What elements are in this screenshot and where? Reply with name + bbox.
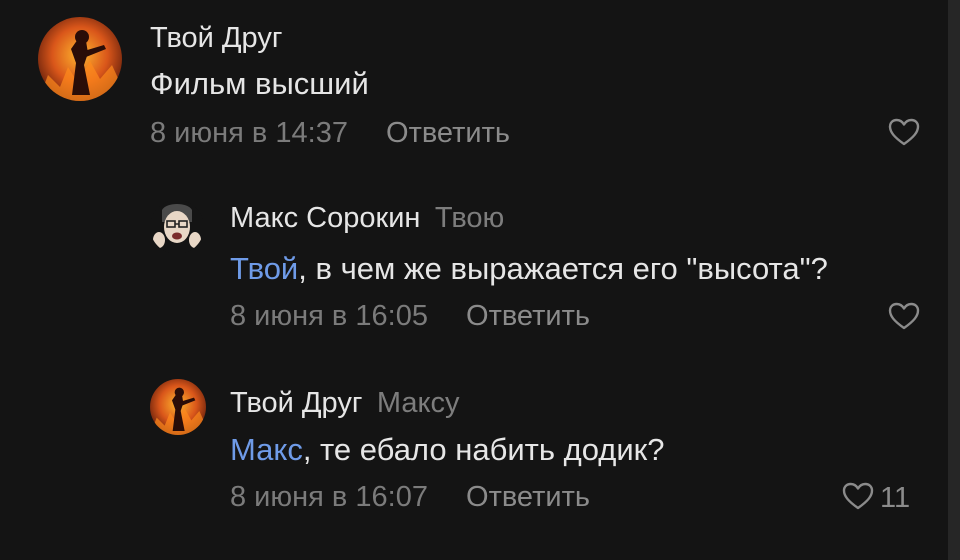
comment-body: Фильм высший — [150, 66, 369, 101]
comment-date: 8 июня в 16:05 — [230, 300, 428, 332]
comment-meta: 8 июня в 14:37 Ответить — [150, 117, 510, 150]
heart-outline-icon — [842, 482, 874, 515]
avatar-tvoy-drug[interactable] — [38, 17, 122, 101]
comment-meta: 8 июня в 16:05 Ответить — [230, 300, 590, 333]
heart-outline-icon — [888, 302, 920, 335]
comment-body: , те ебало набить додик? — [302, 432, 665, 467]
reply-button[interactable]: Ответить — [386, 117, 510, 149]
like-button[interactable]: 11 — [842, 482, 910, 515]
comment-text: Твой, в чем же выражается его "высота"? — [230, 251, 828, 287]
like-button[interactable] — [888, 302, 920, 335]
mention-link[interactable]: Макс — [230, 432, 303, 467]
reply-button[interactable]: Ответить — [466, 481, 590, 513]
author-name[interactable]: Твой Друг — [150, 22, 282, 54]
avatar-tvoy-drug[interactable] — [150, 379, 206, 435]
heart-outline-icon — [888, 118, 920, 151]
comment-text: Макс, те ебало набить додик? — [230, 432, 664, 468]
comment-date: 8 июня в 14:37 — [150, 117, 348, 149]
comment-date: 8 июня в 16:07 — [230, 481, 428, 513]
comment-body: , в чем же выражается его "высота"? — [298, 251, 828, 286]
reply-to-name[interactable]: Максу — [377, 387, 460, 419]
comment-header: Твой Друг Максу — [230, 387, 460, 420]
reply-to-name[interactable]: Твою — [435, 202, 504, 234]
like-count: 11 — [880, 482, 911, 514]
comment-text: Фильм высший — [150, 66, 369, 102]
author-name[interactable]: Макс Сорокин — [230, 202, 420, 234]
scroll-edge — [948, 0, 960, 560]
author-name[interactable]: Твой Друг — [230, 387, 362, 419]
comments-screen: Твой Друг Фильм высший 8 июня в 14:37 От… — [0, 0, 960, 560]
like-button[interactable] — [888, 118, 920, 151]
comment-header: Твой Друг — [150, 22, 282, 55]
reply-button[interactable]: Ответить — [466, 300, 590, 332]
comment-meta: 8 июня в 16:07 Ответить — [230, 481, 590, 514]
comment-header: Макс Сорокин Твою — [230, 202, 504, 235]
mention-link[interactable]: Твой — [230, 251, 298, 286]
avatar-maks-sorokin[interactable] — [150, 200, 204, 254]
